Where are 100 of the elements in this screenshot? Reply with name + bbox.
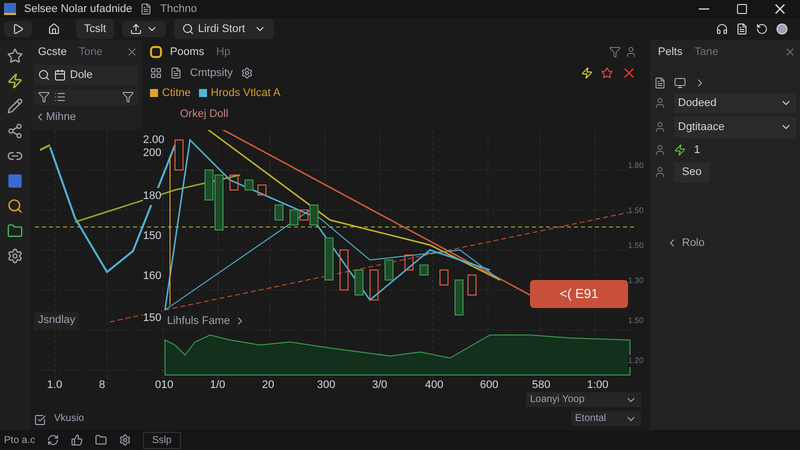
headset-icon[interactable] <box>716 23 728 35</box>
candlestick <box>404 254 414 270</box>
upload-icon <box>130 23 142 35</box>
filter-icon[interactable] <box>122 91 134 103</box>
axis-tick-label: 600 <box>480 378 498 393</box>
thumbs-up-icon[interactable] <box>71 434 84 446</box>
panel-select[interactable]: Dodeed <box>674 92 796 113</box>
star-icon[interactable] <box>601 66 613 79</box>
back-link[interactable]: Mihne <box>34 109 138 126</box>
grid-icon[interactable] <box>150 66 162 79</box>
candlestick <box>174 140 184 170</box>
play-button[interactable] <box>4 21 32 37</box>
legend-swatch-icon <box>198 89 207 98</box>
status-text: Pto a.c <box>4 434 36 448</box>
panel-icon <box>150 46 162 58</box>
candlestick <box>258 184 266 196</box>
document-icon <box>140 3 152 15</box>
nodes-icon[interactable] <box>7 123 23 139</box>
star-icon[interactable] <box>7 48 23 64</box>
panel-tab[interactable]: Pelts <box>654 44 686 60</box>
panel-button[interactable]: Seo <box>674 162 710 182</box>
lightning-icon[interactable] <box>581 66 593 79</box>
candlestick <box>370 270 378 300</box>
lightning-icon <box>674 144 686 156</box>
play-icon <box>12 23 24 35</box>
axis-tick-label: 8 <box>99 378 106 393</box>
panel-tab[interactable]: Hp <box>212 44 234 60</box>
folder-icon[interactable] <box>95 434 108 446</box>
status-button[interactable]: Sslp <box>143 432 181 448</box>
candlestick <box>340 250 348 290</box>
axis-tick-label: 580 <box>532 378 550 393</box>
axis-tick-label: 400 <box>425 378 444 393</box>
axis-tick-label: 3/0 <box>372 378 388 393</box>
candlestick <box>468 274 476 296</box>
axis-tick-label: 1.20 <box>628 355 644 367</box>
user-icon[interactable] <box>625 46 637 58</box>
series-label: Jsndlay <box>34 312 80 328</box>
legend-label: Orkej Doll <box>179 106 230 122</box>
candlestick <box>230 174 238 190</box>
legend-label: Hrods Vtlcat A <box>210 86 280 101</box>
undo-icon[interactable] <box>756 23 768 35</box>
candlestick <box>274 204 284 220</box>
square-icon[interactable] <box>7 173 23 189</box>
panel-tab[interactable]: Pooms <box>166 44 208 60</box>
settings-icon[interactable] <box>240 66 253 79</box>
footer-dropdown[interactable]: Etontal <box>571 411 641 426</box>
search-icon[interactable] <box>7 198 23 214</box>
checkbox-icon[interactable] <box>34 414 46 426</box>
search-field[interactable]: Dole <box>34 64 138 85</box>
search-icon <box>38 68 50 81</box>
document-icon[interactable] <box>736 23 748 35</box>
legend-swatch-icon <box>150 89 158 98</box>
candlestick <box>354 270 364 296</box>
candlestick <box>384 260 394 280</box>
refresh-icon[interactable] <box>47 434 60 446</box>
axis-tick-label: 010 <box>155 378 174 393</box>
toolbar-dropdown[interactable]: Lirdi Stort <box>174 18 274 40</box>
range-dropdown[interactable]: Lihfuls Fame <box>163 313 250 330</box>
checkbox-label: Vkusio <box>54 412 84 426</box>
axis-tick-label: 1/0 <box>210 378 226 393</box>
axis-tick-label: 1.80 <box>628 160 644 172</box>
settings-icon[interactable] <box>119 434 132 446</box>
panel-value: 1 <box>694 142 700 158</box>
user-icon <box>654 121 666 134</box>
user-icon <box>654 96 666 109</box>
search-icon <box>182 23 194 35</box>
home-icon <box>48 23 60 35</box>
axis-tick-label: 180 <box>143 188 162 204</box>
folder-icon[interactable] <box>7 223 23 239</box>
document-icon[interactable] <box>170 66 182 79</box>
axis-tick-label: 1:00 <box>587 378 608 393</box>
upload-button[interactable] <box>122 21 166 37</box>
candlestick <box>244 180 254 190</box>
footer-dropdown[interactable]: Loanyi Yoop <box>526 392 641 407</box>
candlestick <box>454 280 464 316</box>
axis-tick-label: 1.50 <box>628 240 644 252</box>
toolbar-label: Cmtpsity <box>190 66 233 80</box>
toolbar-button[interactable]: Tcslt <box>76 18 114 40</box>
axis-tick-label: 300 <box>317 378 336 393</box>
window-subtitle: Thchno <box>160 2 197 17</box>
maximize-icon[interactable] <box>736 3 748 15</box>
axis-tick-label: 1.0 <box>47 378 62 393</box>
circle-icon[interactable] <box>776 23 788 35</box>
candlestick <box>420 264 428 276</box>
pencil-icon[interactable] <box>7 98 23 114</box>
price-badge: <( E91 <box>530 280 628 308</box>
filter-icon[interactable] <box>609 46 621 58</box>
lightning-icon[interactable] <box>7 73 23 89</box>
user-icon <box>654 166 666 178</box>
monitor-icon[interactable] <box>674 76 686 88</box>
back-link[interactable]: Rolo <box>654 234 796 251</box>
candlestick <box>324 238 334 280</box>
settings-icon[interactable] <box>7 248 23 264</box>
panel-select[interactable]: Dgtitaace <box>674 117 796 138</box>
app-logo-icon <box>4 3 16 15</box>
document-icon[interactable] <box>654 76 666 88</box>
panel-tab[interactable]: Gcste <box>34 44 71 60</box>
legend-label: Ctitne <box>162 86 191 101</box>
candlestick <box>440 270 448 286</box>
filter-icon[interactable] <box>38 91 50 103</box>
